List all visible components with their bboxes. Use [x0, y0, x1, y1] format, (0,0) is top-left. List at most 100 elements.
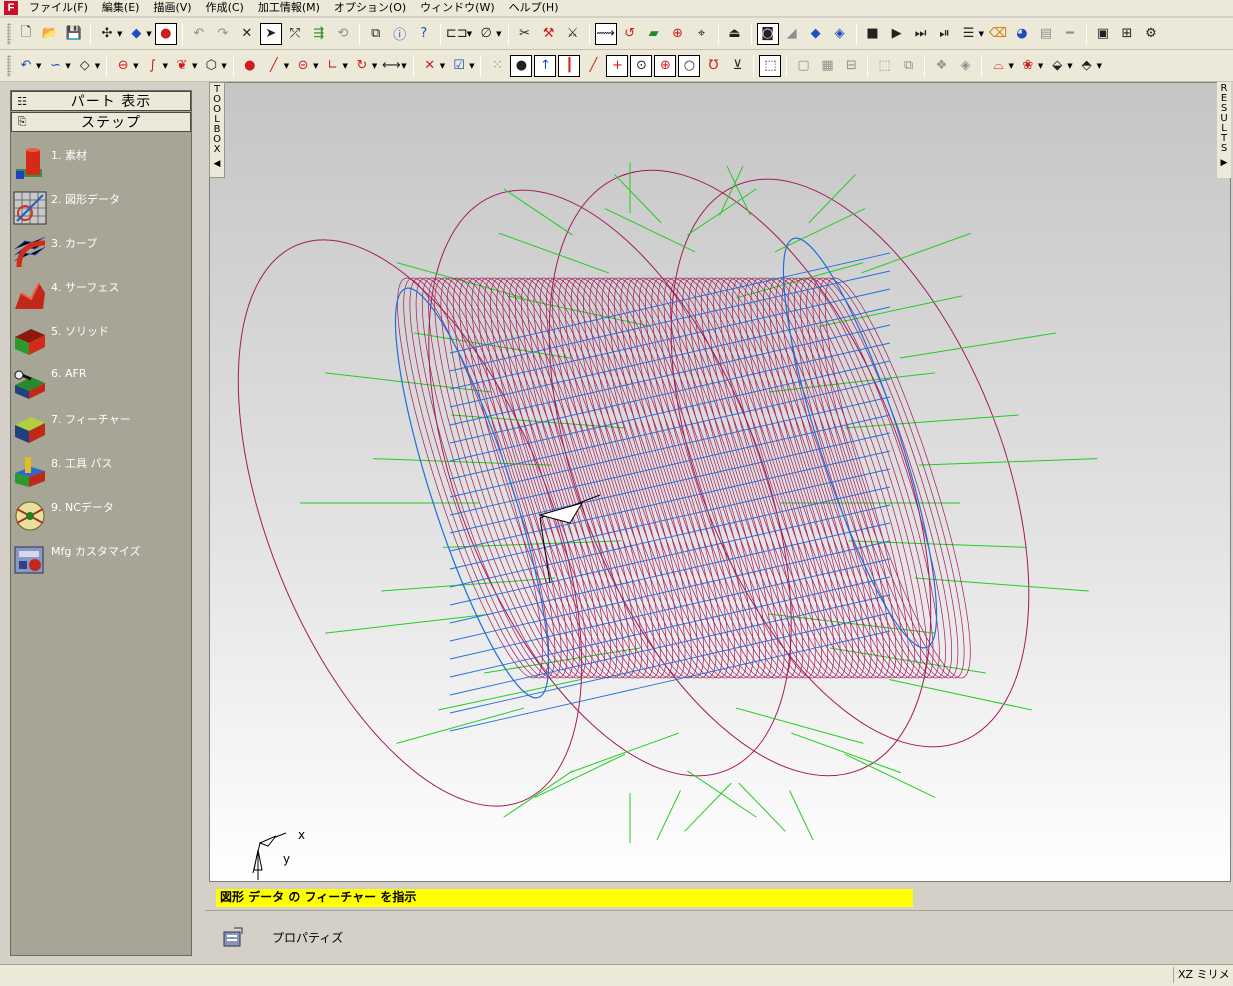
shade-icon[interactable]: ◆: [125, 23, 147, 45]
select-filter-icon[interactable]: ⬚: [759, 54, 782, 77]
delete-icon[interactable]: ✕: [236, 23, 258, 45]
hidden-line-icon[interactable]: ◢: [781, 23, 803, 45]
step-stock[interactable]: 1. 素材: [13, 145, 189, 185]
help-icon[interactable]: ?: [413, 23, 435, 45]
split-icon[interactable]: ⊟: [840, 55, 862, 77]
point-icon[interactable]: ●: [239, 55, 261, 77]
tool-icon[interactable]: ✂: [514, 23, 536, 45]
solid-display-icon[interactable]: ▢: [792, 55, 814, 77]
layout-icon[interactable]: ⊞: [1116, 23, 1138, 45]
save-icon[interactable]: 💾: [63, 23, 85, 45]
menu-view[interactable]: 描画(V): [146, 1, 198, 15]
stock-display-icon[interactable]: ▰: [643, 23, 665, 45]
step-solid[interactable]: 5. ソリッド: [13, 321, 189, 361]
snap-circle-icon[interactable]: ○: [678, 54, 701, 77]
step-nc-data[interactable]: 9. NCデータ: [13, 497, 189, 537]
step-feature[interactable]: 7. フィーチャー: [13, 409, 189, 449]
menu-help[interactable]: ヘルプ(H): [502, 1, 566, 15]
3d-viewport[interactable]: x y: [209, 82, 1231, 882]
step-curve[interactable]: 3. カーブ: [13, 233, 189, 273]
extrude-icon[interactable]: ⬘: [1076, 55, 1098, 77]
trim-icon[interactable]: ✕: [419, 55, 441, 77]
step-surface[interactable]: 4. サーフェス: [13, 277, 189, 317]
step-afr[interactable]: 6. AFR: [13, 365, 189, 405]
line-icon[interactable]: ╱: [263, 55, 285, 77]
solid-tool-icon[interactable]: ⬡: [200, 55, 222, 77]
sim-step-icon[interactable]: ⏯: [934, 23, 956, 45]
snap-intersection-icon[interactable]: +: [606, 54, 629, 77]
settings-gear-icon[interactable]: ⚙: [1140, 23, 1162, 45]
eraser-icon[interactable]: ⌫: [987, 23, 1009, 45]
copy-icon[interactable]: ⧉: [365, 23, 387, 45]
tool-path-icon[interactable]: ⚔: [562, 23, 584, 45]
step-mfg-customize[interactable]: Mfg カスタマイズ: [13, 541, 189, 581]
transform-icon[interactable]: ⊕: [667, 23, 689, 45]
section-icon[interactable]: ⊖: [112, 55, 134, 77]
rotate-disabled-icon[interactable]: ⟲: [332, 23, 354, 45]
toolbar-grip[interactable]: [7, 54, 11, 77]
snap-center-icon[interactable]: ⊙: [630, 54, 653, 77]
toolbar-grip[interactable]: [7, 22, 11, 45]
shaded-icon[interactable]: ◆: [805, 23, 827, 45]
view-fit-icon[interactable]: ⊏⊐: [446, 23, 468, 45]
open-folder-icon[interactable]: 📂: [39, 23, 61, 45]
select-multi-icon[interactable]: ⇶: [308, 23, 330, 45]
dimension-icon[interactable]: ⟷: [380, 55, 402, 77]
snap-line-icon[interactable]: ╱: [582, 55, 604, 77]
sim-fast-forward-icon[interactable]: ⏭: [910, 23, 932, 45]
info-icon[interactable]: ⓘ: [389, 23, 411, 45]
properties-button[interactable]: プロパティズ: [222, 924, 343, 950]
view-orient-icon[interactable]: ∅: [475, 23, 497, 45]
shaded-edges-icon[interactable]: ◈: [829, 23, 851, 45]
menu-edit[interactable]: 編集(E): [95, 1, 147, 15]
material-icon[interactable]: ◕: [1011, 23, 1033, 45]
snap-tangent-icon[interactable]: ℧: [702, 55, 724, 77]
results-strip[interactable]: R E S U L T S ▶: [1217, 82, 1231, 178]
stop-record-icon[interactable]: ●: [154, 22, 177, 45]
plane-icon[interactable]: ◇: [74, 55, 96, 77]
surface-edit-icon[interactable]: ⌓: [987, 55, 1009, 77]
snap-endpoint-icon[interactable]: ↑: [534, 54, 557, 77]
tab-steps[interactable]: ⎘ ステップ: [11, 112, 191, 132]
toolbox-strip[interactable]: T O O L B O X ◀: [209, 82, 225, 178]
wireframe-icon[interactable]: ◙: [756, 22, 779, 45]
feature-disabled-icon[interactable]: ❖: [930, 55, 952, 77]
redo-icon[interactable]: ↷: [212, 23, 234, 45]
sim-play-icon[interactable]: ▶: [886, 23, 908, 45]
surface-tool-icon[interactable]: ❦: [171, 55, 193, 77]
toolpath-edit-icon[interactable]: ↺: [619, 23, 641, 45]
sim-stop-icon[interactable]: ■: [862, 23, 884, 45]
select-arrow-icon[interactable]: ➤: [259, 22, 282, 45]
snap-point-icon[interactable]: ●: [510, 54, 533, 77]
snap-midpoint-icon[interactable]: ┃: [558, 54, 581, 77]
step-geometry-data[interactable]: 2. 図形データ: [13, 189, 189, 229]
checkbox-icon[interactable]: ☑: [448, 55, 470, 77]
arc3-icon[interactable]: ↻: [351, 55, 373, 77]
axis-icon[interactable]: ⌖: [691, 23, 713, 45]
blend-icon[interactable]: ❀: [1017, 55, 1039, 77]
slider-icon[interactable]: ━: [1059, 23, 1081, 45]
graph-icon[interactable]: ▤: [1035, 23, 1057, 45]
app-logo-icon[interactable]: F: [4, 1, 18, 15]
spline-icon[interactable]: ∫: [142, 55, 164, 77]
curve-icon[interactable]: ∽: [44, 55, 66, 77]
box-outline-icon[interactable]: ⬚: [873, 55, 895, 77]
circle-icon[interactable]: ⊝: [292, 55, 314, 77]
cube-icon[interactable]: ⬙: [1046, 55, 1068, 77]
collapse-left-icon[interactable]: ◀: [210, 159, 224, 169]
move-icon[interactable]: ✣: [96, 23, 118, 45]
arc-icon[interactable]: ↶: [15, 55, 37, 77]
eject-icon[interactable]: ⏏: [724, 23, 746, 45]
fillet-icon[interactable]: ∟: [322, 55, 344, 77]
step-toolpath[interactable]: 8. 工具 パス: [13, 453, 189, 493]
box-copy-icon[interactable]: ⧉: [897, 55, 919, 77]
tab-part-view[interactable]: ☷ パート 表示: [11, 91, 191, 111]
mesh-icon[interactable]: ▦: [816, 55, 838, 77]
pattern-disabled-icon[interactable]: ◈: [954, 55, 976, 77]
toolpath-display-icon[interactable]: ⟿: [594, 22, 617, 45]
menu-file[interactable]: ファイル(F): [22, 1, 95, 15]
sim-list-icon[interactable]: ☰: [958, 23, 980, 45]
new-file-icon[interactable]: 🗋: [15, 23, 37, 45]
undo-icon[interactable]: ↶: [188, 23, 210, 45]
menu-options[interactable]: オプション(O): [327, 1, 413, 15]
